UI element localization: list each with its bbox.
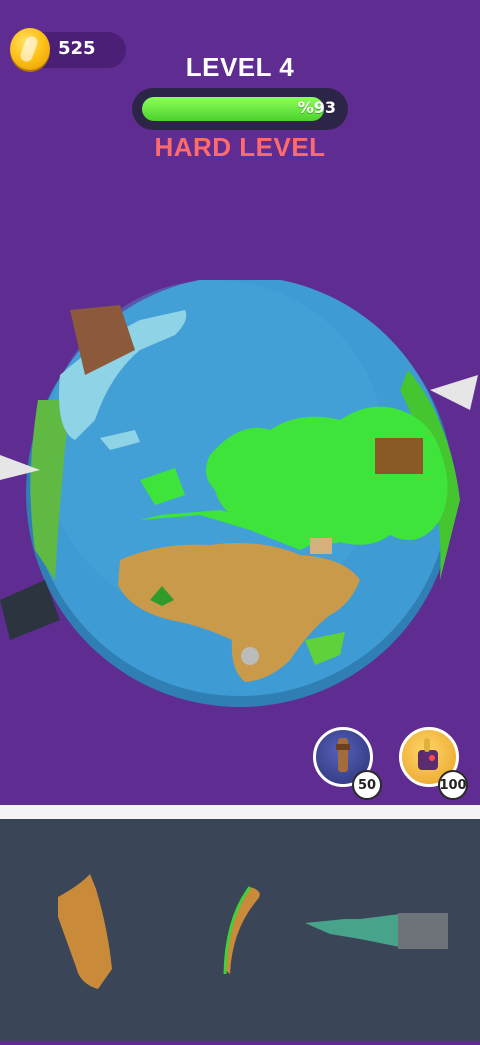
rock-prop: [241, 647, 259, 665]
tray-pieces: [58, 874, 448, 989]
progress-percent: %93: [297, 98, 336, 117]
building-prop: [375, 438, 423, 474]
globe[interactable]: [0, 276, 480, 720]
difficulty-label: HARD LEVEL: [154, 132, 326, 162]
tray-divider: [0, 805, 480, 819]
level-title: LEVEL 4: [185, 52, 295, 82]
brown-land-piece[interactable]: [58, 874, 112, 989]
statue-of-liberty-piece[interactable]: [305, 914, 400, 947]
sand-prop: [310, 538, 332, 554]
drill-tip-right: [430, 375, 478, 410]
globe-area[interactable]: [0, 276, 480, 720]
telescope-cost-badge: 50: [352, 770, 382, 800]
gauntlet-cost-badge: 100: [438, 770, 468, 800]
piece-tray: [0, 819, 480, 1041]
level-progress-bar: %93: [132, 88, 348, 130]
